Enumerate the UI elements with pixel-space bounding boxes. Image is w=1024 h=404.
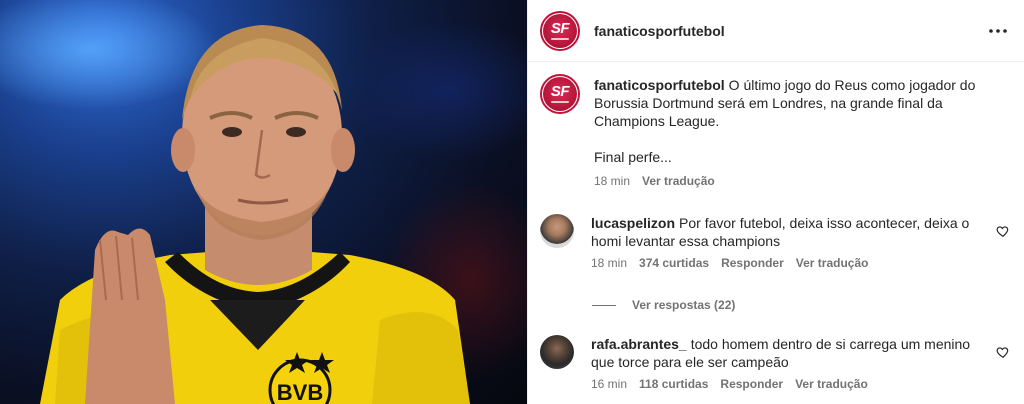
comment-translate-link[interactable]: Ver tradução xyxy=(796,256,869,270)
post-header: SF fanaticosporfutebol xyxy=(528,0,1024,62)
avatar-logo-text: SF xyxy=(550,19,570,37)
account-avatar[interactable]: SF xyxy=(540,10,580,51)
heart-outline-icon[interactable] xyxy=(996,224,1010,238)
view-replies-button[interactable]: Ver respostas (22) xyxy=(592,298,735,312)
comment-time[interactable]: 18 min xyxy=(591,256,627,270)
comment-reply-link[interactable]: Responder xyxy=(721,256,784,270)
comments-list[interactable]: SF fanaticosporfutebol O último jogo do R… xyxy=(528,63,1024,404)
more-options-icon[interactable] xyxy=(986,19,1010,43)
caption-translate-link[interactable]: Ver tradução xyxy=(642,174,715,188)
caption-avatar[interactable]: SF xyxy=(540,74,580,114)
post-viewer: BVB SF fanaticosporfutebol SF fanaticosp… xyxy=(0,0,1024,404)
comment-reply-link[interactable]: Responder xyxy=(720,377,783,391)
player-illustration: BVB xyxy=(40,25,470,404)
post-caption: SF fanaticosporfutebol O último jogo do R… xyxy=(540,74,1010,188)
commenter-avatar[interactable] xyxy=(540,214,574,248)
comment-item: lucaspelizon Por favor futebol, deixa iss… xyxy=(540,214,1010,270)
view-replies-label[interactable]: Ver respostas (22) xyxy=(632,298,735,312)
caption-avatar-logo-text: SF xyxy=(550,83,570,100)
commenter-avatar[interactable] xyxy=(540,335,574,369)
comment-item: rafa.abrantes_ todo homem dentro de si ca… xyxy=(540,335,1010,391)
caption-text-block: fanaticosporfutebol O último jogo do Reus… xyxy=(594,76,984,130)
comment-text-block: rafa.abrantes_ todo homem dentro de si ca… xyxy=(591,335,984,371)
caption-extra-text: Final perfe... xyxy=(594,149,672,165)
comment-likes-count[interactable]: 374 curtidas xyxy=(639,256,709,270)
caption-time[interactable]: 18 min xyxy=(594,174,630,188)
comment-text-block: lucaspelizon Por favor futebol, deixa iss… xyxy=(591,214,984,250)
heart-outline-icon[interactable] xyxy=(996,345,1010,359)
post-image[interactable]: BVB xyxy=(0,0,527,404)
jersey-crest-text: BVB xyxy=(277,380,323,404)
comment-likes-count[interactable]: 118 curtidas xyxy=(639,377,708,391)
comment-username[interactable]: lucaspelizon xyxy=(591,215,675,231)
account-username[interactable]: fanaticosporfutebol xyxy=(594,23,986,39)
post-details-panel: SF fanaticosporfutebol SF fanaticosporfu… xyxy=(527,0,1024,404)
caption-username[interactable]: fanaticosporfutebol xyxy=(594,77,725,93)
comment-time[interactable]: 16 min xyxy=(591,377,627,391)
view-replies-line xyxy=(592,304,616,306)
comment-username[interactable]: rafa.abrantes_ xyxy=(591,336,687,352)
comment-translate-link[interactable]: Ver tradução xyxy=(795,377,868,391)
